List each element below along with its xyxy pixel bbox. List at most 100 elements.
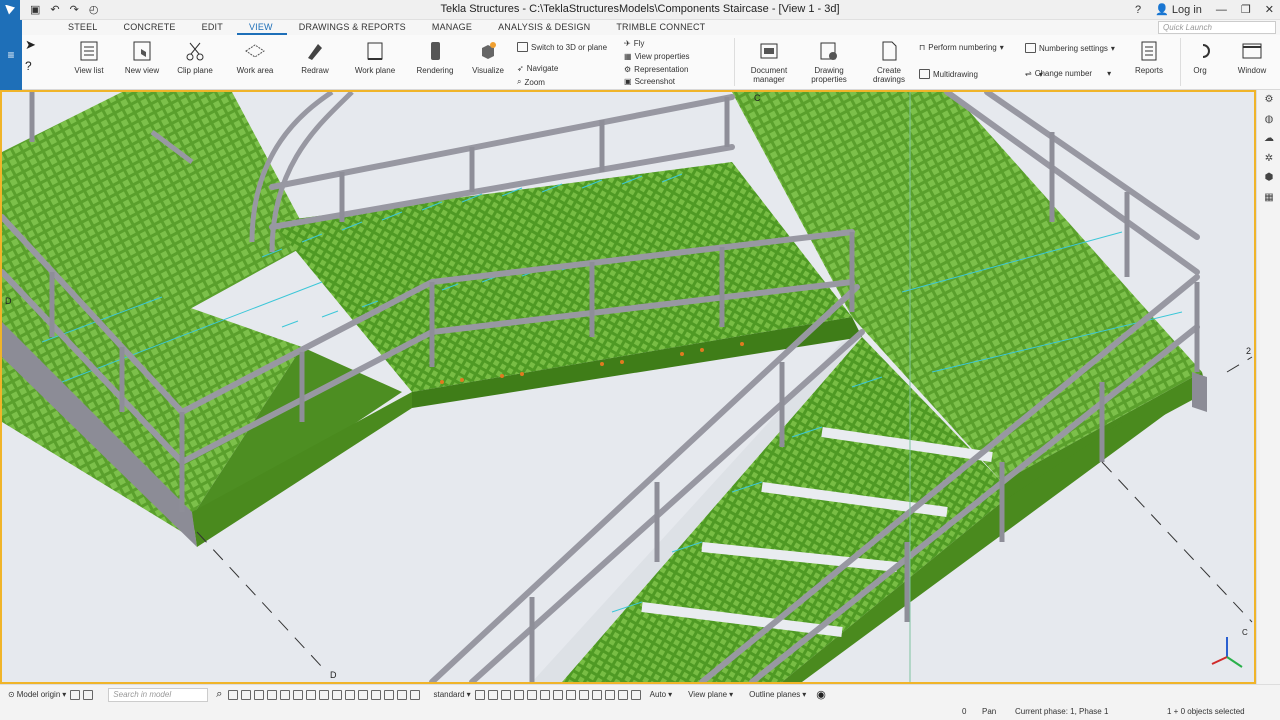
- tab-manage[interactable]: MANAGE: [420, 20, 486, 35]
- tab-trimble-connect[interactable]: TRIMBLE CONNECT: [604, 20, 719, 35]
- snap-icon[interactable]: [617, 689, 628, 700]
- fly-button[interactable]: ✈ Fly: [624, 39, 644, 48]
- numbering-settings-button[interactable]: Numbering settings ▾: [1025, 43, 1115, 53]
- perform-numbering-button[interactable]: ⊓ Perform numbering ▾: [919, 43, 1004, 52]
- view-list-button[interactable]: View list: [64, 40, 114, 75]
- select-tool-icon[interactable]: [410, 689, 421, 700]
- snap-icon[interactable]: [487, 689, 498, 700]
- zoom-label: Zoom: [524, 77, 545, 87]
- quick-launch-input[interactable]: Quick Launch: [1158, 21, 1276, 34]
- properties-icon[interactable]: ⚙: [1257, 90, 1280, 110]
- model-origin-dropdown[interactable]: ⊙ Model origin ▾: [8, 690, 66, 699]
- select-tool-icon[interactable]: [241, 689, 252, 700]
- rendering-button[interactable]: Rendering: [410, 40, 460, 75]
- snap-icon[interactable]: [526, 689, 537, 700]
- history-icon[interactable]: ◴: [89, 3, 99, 16]
- new-view-button[interactable]: New view: [117, 40, 167, 75]
- select-tool-icon[interactable]: [371, 689, 382, 700]
- snap-icon[interactable]: [591, 689, 602, 700]
- chevron-down-icon: ▾: [668, 690, 673, 699]
- screenshot-button[interactable]: ▣ Screenshot: [624, 77, 675, 86]
- tab-concrete[interactable]: CONCRETE: [112, 20, 190, 35]
- select-tool-icon[interactable]: [332, 689, 343, 700]
- globe-icon[interactable]: ◍: [1257, 110, 1280, 130]
- query-icon[interactable]: ?: [25, 59, 44, 73]
- zoom-button[interactable]: ⌕ Zoom: [517, 77, 545, 87]
- redo-icon[interactable]: ↷: [70, 3, 79, 16]
- representation-button[interactable]: ⚙ Representation: [624, 65, 688, 74]
- model-viewport[interactable]: C D 2 D C: [0, 90, 1256, 684]
- select-tool-icon[interactable]: [293, 689, 304, 700]
- select-tool-icon[interactable]: [397, 689, 408, 700]
- tab-edit[interactable]: EDIT: [190, 20, 237, 35]
- eye-icon[interactable]: ◉: [816, 688, 826, 701]
- snap-icon[interactable]: [500, 689, 511, 700]
- tab-steel[interactable]: STEEL: [56, 20, 112, 35]
- tekla-logo-icon[interactable]: [0, 0, 20, 20]
- work-area-button[interactable]: Work area: [230, 40, 280, 75]
- view-properties-button[interactable]: ▦ View properties: [624, 52, 690, 61]
- change-number-button[interactable]: ⇌ Change number ▾: [1025, 69, 1111, 78]
- standard-dropdown[interactable]: standard ▾: [433, 690, 470, 699]
- organizer-button[interactable]: Org: [1182, 40, 1218, 75]
- drawing-properties-button[interactable]: Drawing properties: [804, 40, 854, 84]
- undo-icon[interactable]: ↶: [50, 3, 59, 16]
- search-in-model-input[interactable]: Search in model: [108, 687, 209, 702]
- view-plane-dropdown[interactable]: View plane ▾: [688, 690, 733, 699]
- select-tool-icon[interactable]: [280, 689, 291, 700]
- auto-dropdown[interactable]: Auto ▾: [650, 690, 672, 699]
- navigate-button[interactable]: ➶ Navigate: [517, 64, 558, 73]
- visualize-button[interactable]: Visualize: [463, 40, 513, 75]
- cube-icon[interactable]: ⬢: [1257, 168, 1280, 188]
- settings-icon[interactable]: ✲: [1257, 149, 1280, 169]
- drawing-properties-label-1: Drawing: [814, 66, 844, 75]
- quick-access-menu-icon[interactable]: ≡: [0, 20, 22, 90]
- outline-planes-dropdown[interactable]: Outline planes ▾: [749, 690, 806, 699]
- save-icon[interactable]: ▣: [30, 3, 40, 16]
- help-icon[interactable]: ?: [1135, 4, 1141, 16]
- select-tool-icon[interactable]: [345, 689, 356, 700]
- snap-icon[interactable]: [539, 689, 550, 700]
- window-title: Tekla Structures - C:\TeklaStructuresMod…: [440, 3, 840, 15]
- status-phase[interactable]: Current phase: 1, Phase 1: [1015, 707, 1108, 716]
- tab-analysis-design[interactable]: ANALYSIS & DESIGN: [486, 20, 604, 35]
- snap-icon[interactable]: [630, 689, 641, 700]
- select-arrow-icon[interactable]: ➤: [25, 37, 44, 53]
- tab-drawings-reports[interactable]: DRAWINGS & REPORTS: [287, 20, 420, 35]
- snap-icon[interactable]: [578, 689, 589, 700]
- grid-icon[interactable]: ▦: [1257, 188, 1280, 208]
- select-tool-icon[interactable]: [228, 689, 239, 700]
- layout-icon[interactable]: [83, 689, 94, 700]
- snap-icon[interactable]: [474, 689, 485, 700]
- cloud-icon[interactable]: ☁: [1257, 129, 1280, 149]
- window-button[interactable]: Window: [1227, 40, 1277, 75]
- select-tool-icon[interactable]: [319, 689, 330, 700]
- maximize-icon[interactable]: ❐: [1241, 3, 1251, 16]
- new-view-label: New view: [124, 66, 160, 75]
- create-drawings-button[interactable]: Create drawings: [864, 40, 914, 84]
- select-tool-icon[interactable]: [358, 689, 369, 700]
- view-properties-label: View properties: [634, 52, 690, 61]
- reports-button[interactable]: Reports: [1124, 40, 1174, 75]
- layout-icon[interactable]: [70, 689, 81, 700]
- selection-tools[interactable]: ➤ ?: [22, 37, 44, 73]
- switch-3d-button[interactable]: Switch to 3D or plane: [517, 42, 607, 52]
- select-tool-icon[interactable]: [306, 689, 317, 700]
- snap-icon[interactable]: [513, 689, 524, 700]
- select-tool-icon[interactable]: [267, 689, 278, 700]
- snap-icon[interactable]: [604, 689, 615, 700]
- redraw-button[interactable]: Redraw: [290, 40, 340, 75]
- snap-icon[interactable]: [552, 689, 563, 700]
- work-plane-button[interactable]: Work plane: [350, 40, 400, 75]
- select-tool-icon[interactable]: [384, 689, 395, 700]
- snap-icon[interactable]: [565, 689, 576, 700]
- minimize-icon[interactable]: —: [1216, 4, 1227, 16]
- close-icon[interactable]: ✕: [1265, 3, 1274, 16]
- tab-view[interactable]: VIEW: [236, 20, 287, 35]
- document-manager-button[interactable]: Document manager: [744, 40, 794, 84]
- staircase-model-drawing[interactable]: [2, 92, 1254, 682]
- select-tool-icon[interactable]: [254, 689, 265, 700]
- clip-plane-button[interactable]: Clip plane: [170, 40, 220, 75]
- search-icon[interactable]: ⌕: [216, 688, 222, 701]
- login-link[interactable]: 👤 Log in: [1155, 3, 1202, 16]
